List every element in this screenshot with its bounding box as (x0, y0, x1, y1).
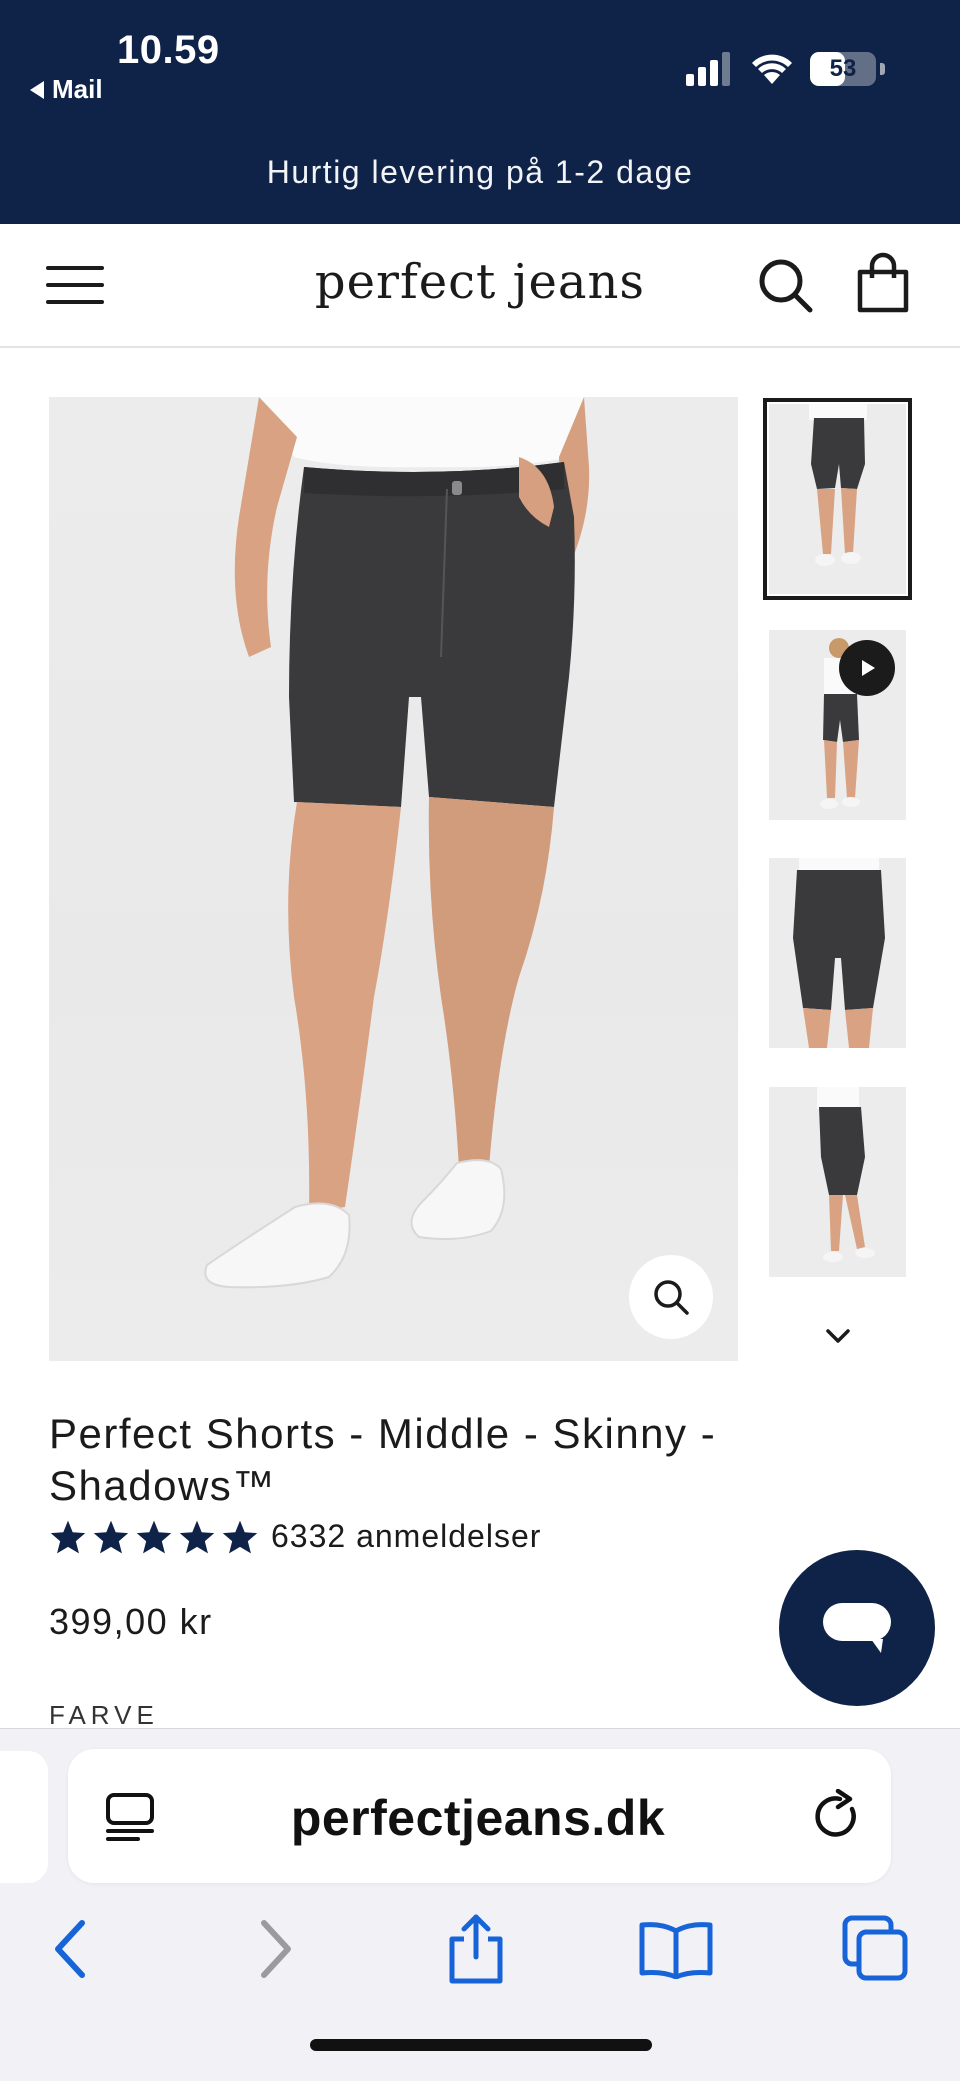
hamburger-icon (46, 266, 104, 270)
cellular-signal-icon (686, 52, 730, 86)
star-icon (93, 1520, 129, 1553)
hamburger-icon-line (46, 300, 104, 304)
star-icon (179, 1520, 215, 1553)
home-indicator (310, 2039, 652, 2051)
forward-arrow-icon (261, 1920, 291, 1978)
back-to-mail-label: Mail (52, 74, 103, 104)
store-logo[interactable]: perfect jeans (280, 254, 680, 310)
star-icon (222, 1520, 258, 1553)
search-button[interactable] (756, 256, 816, 316)
thumbnail-1[interactable] (763, 398, 912, 600)
cart-button[interactable] (852, 252, 914, 314)
rating-stars (49, 1519, 259, 1555)
thumbnail-2-video[interactable] (769, 630, 906, 820)
play-button[interactable] (839, 640, 895, 696)
color-label: FARVE (49, 1700, 159, 1730)
star-icon (50, 1520, 86, 1553)
address-bar[interactable]: perfectjeans.dk (68, 1749, 891, 1883)
thumbnails-scroll-down[interactable] (822, 1326, 854, 1346)
top-banner: 10.59 Mail 53 Hurtig levering på 1-2 dag… (0, 0, 960, 224)
battery-level-text: 53 (829, 55, 857, 82)
bookmarks-button[interactable] (634, 1907, 718, 1991)
status-time: 10.59 (117, 28, 220, 72)
reload-icon[interactable] (810, 1789, 864, 1843)
review-count[interactable]: 6332 anmeldelser (271, 1518, 541, 1555)
bookmarks-icon (639, 1922, 713, 1979)
battery-cap (880, 63, 885, 75)
zoom-button[interactable] (629, 1255, 713, 1339)
browser-toolbar (0, 1907, 960, 1997)
reader-mode-icon[interactable] (104, 1791, 156, 1843)
star-icon (136, 1520, 172, 1553)
forward-button[interactable] (234, 1907, 318, 1991)
site-header: perfect jeans (0, 224, 960, 348)
tabs-icon (842, 1915, 908, 1981)
browser-chrome: perfectjeans.dk (0, 1728, 960, 2081)
hamburger-icon-line (46, 283, 104, 287)
product-photo-shorts (204, 397, 590, 1289)
chat-button[interactable] (779, 1550, 935, 1706)
thumbnail-3[interactable] (769, 858, 906, 1048)
shopping-bag-icon (857, 252, 909, 313)
chevron-down-icon (826, 1329, 850, 1343)
product-price: 399,00 kr (49, 1601, 213, 1642)
back-button[interactable] (28, 1907, 112, 1991)
menu-button[interactable] (46, 260, 108, 310)
zoom-icon (654, 1280, 689, 1315)
tabs-button[interactable] (834, 1907, 918, 1991)
thumbnail-image (809, 404, 867, 566)
battery-indicator: 53 (810, 52, 876, 86)
thumbnail-image (793, 858, 885, 1048)
back-triangle-icon (30, 80, 44, 99)
share-icon (449, 1914, 503, 1984)
product-title: Perfect Shorts - Middle - Skinny - Shado… (49, 1410, 717, 1509)
url-text[interactable]: perfectjeans.dk (188, 1789, 768, 1847)
thumbnail-image (817, 1087, 875, 1262)
chat-icon (823, 1603, 891, 1653)
wifi-icon (752, 54, 792, 84)
share-button[interactable] (434, 1907, 518, 1991)
main-product-image[interactable] (49, 397, 738, 1361)
product-rating[interactable]: 6332 anmeldelser (49, 1518, 541, 1555)
previous-tab-preview[interactable] (0, 1751, 48, 1883)
thumbnail-4[interactable] (769, 1087, 906, 1277)
back-arrow-icon (55, 1920, 85, 1978)
announcement-bar: Hurtig levering på 1-2 dage (266, 154, 694, 190)
play-icon (862, 660, 875, 676)
back-to-mail-link[interactable]: Mail (30, 74, 103, 105)
status-icons: 53 (686, 52, 885, 86)
search-icon (759, 259, 813, 313)
